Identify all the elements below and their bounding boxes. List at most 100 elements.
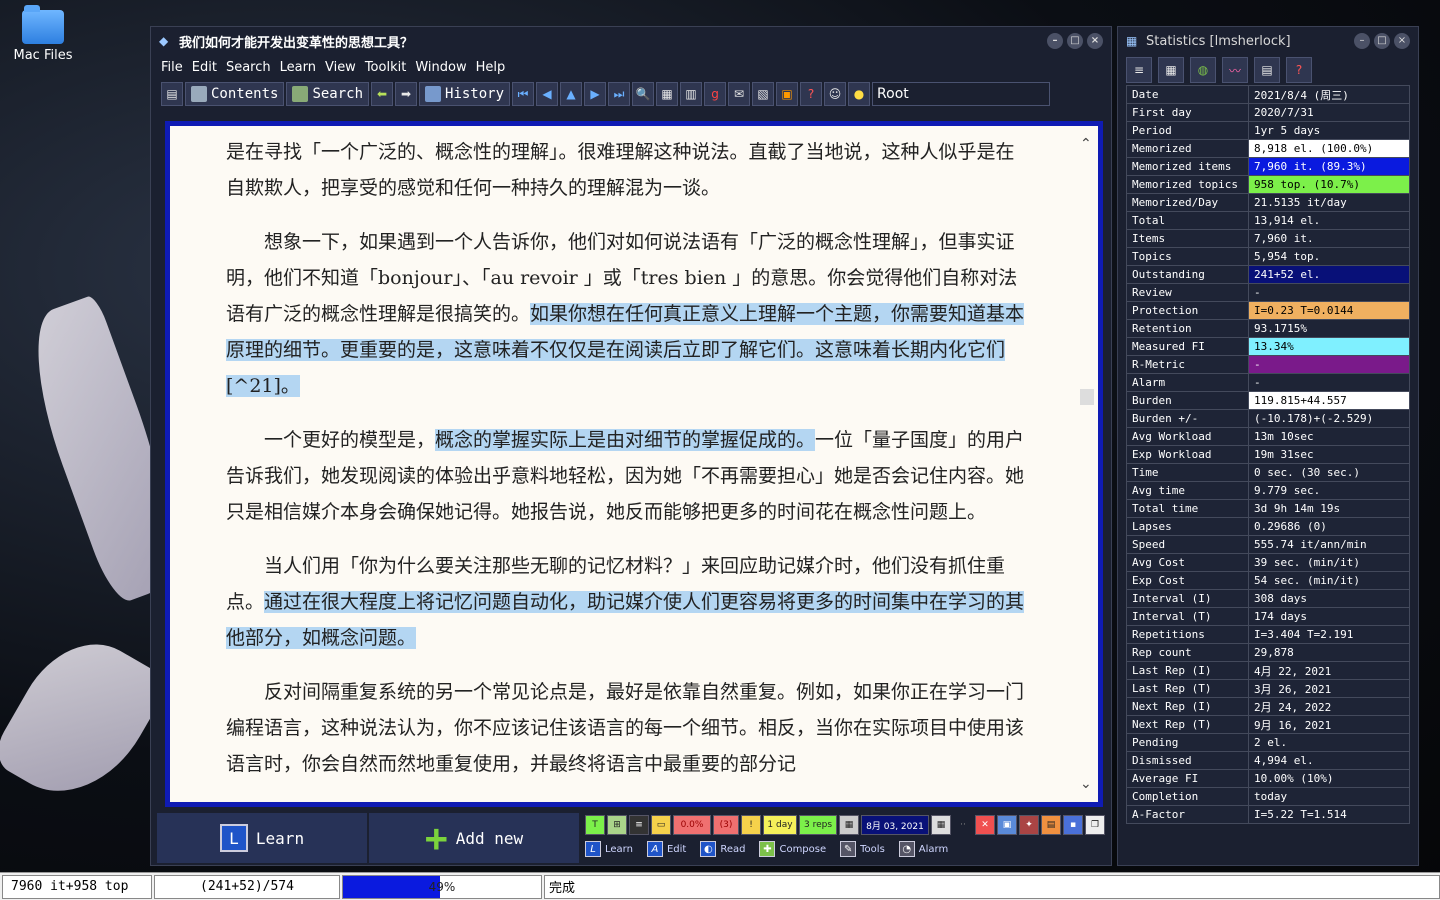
previous-icon[interactable]: ◀: [536, 82, 559, 106]
notes-icon[interactable]: ▤: [1254, 57, 1280, 83]
menu-toolkit[interactable]: Toolkit: [365, 60, 407, 75]
first-icon[interactable]: ⏮: [512, 82, 535, 106]
web-icon[interactable]: ▦: [656, 82, 679, 106]
minimize-button[interactable]: –: [1047, 33, 1063, 49]
menu-view[interactable]: View: [325, 60, 356, 75]
content-frame: 是在寻找「一个广泛的、概念性的理解」。很难理解这种说法。直截了当地说，这种人似乎…: [165, 121, 1103, 807]
article-pane[interactable]: 是在寻找「一个广泛的、概念性的理解」。很难理解这种说法。直截了当地说，这种人似乎…: [170, 126, 1098, 802]
pct-badge: 0.0%: [673, 815, 711, 835]
grid-icon[interactable]: ▦: [839, 815, 859, 835]
stat-value: 0 sec. (30 sec.): [1248, 463, 1410, 482]
stat-value: 308 days: [1248, 589, 1410, 608]
menu-search[interactable]: Search: [226, 60, 271, 75]
topic-icon[interactable]: T: [585, 815, 605, 835]
menu-learn[interactable]: Learn: [280, 60, 316, 75]
nav-tools[interactable]: ✎ Tools: [840, 841, 885, 857]
help-icon[interactable]: ?: [800, 82, 823, 106]
search-button[interactable]: Search: [286, 82, 370, 106]
bulb-icon[interactable]: ●: [848, 82, 871, 106]
maximize-button[interactable]: □: [1067, 33, 1083, 49]
menu-file[interactable]: File: [161, 60, 183, 75]
stat-value: -: [1248, 373, 1410, 392]
priority-icon[interactable]: !: [741, 815, 761, 835]
calendar-icon[interactable]: ▦: [931, 815, 951, 835]
contents-button[interactable]: Contents: [185, 82, 285, 106]
stat-label: R-Metric: [1126, 355, 1249, 374]
compose-icon: ✚: [759, 841, 776, 857]
document-icon[interactable]: ▧: [752, 82, 775, 106]
menu-edit[interactable]: Edit: [192, 60, 217, 75]
google-icon[interactable]: g: [704, 82, 727, 106]
box-icon[interactable]: ▭: [651, 815, 671, 835]
nav-read[interactable]: ◐ Read: [700, 841, 745, 857]
delete-icon[interactable]: ✕: [975, 815, 995, 835]
article-text: 是在寻找「一个广泛的、概念性的理解」。很难理解这种说法。直截了当地说，这种人似乎…: [226, 134, 1026, 800]
desktop-icon-mac-files[interactable]: Mac Files: [8, 5, 78, 63]
calendar-icon[interactable]: ▦: [1158, 57, 1184, 83]
wrench-icon: ✎: [840, 841, 857, 857]
close-button[interactable]: ×: [1087, 33, 1103, 49]
tools-icon[interactable]: ✦: [1019, 815, 1039, 835]
stat-label: Average FI: [1126, 769, 1249, 788]
open-folder-icon[interactable]: ▤: [161, 82, 183, 106]
scroll-thumb[interactable]: [1080, 389, 1094, 405]
copy-icon[interactable]: ❐: [1085, 815, 1105, 835]
mini-status: T ⊞ ≡ ▭ 0.0% (3) ! 1 day 3 reps ▦ 8月 03,…: [579, 813, 1105, 865]
minimize-button[interactable]: –: [1354, 33, 1370, 49]
stat-label: Outstanding: [1126, 265, 1249, 284]
list-icon[interactable]: ≡: [1126, 57, 1152, 83]
vertical-scrollbar[interactable]: ⌃ ⌄: [1076, 126, 1098, 802]
maximize-button[interactable]: □: [1374, 33, 1390, 49]
stat-row: Lapses 0.29686 (0): [1126, 517, 1410, 536]
windows-icon[interactable]: ▣: [776, 82, 799, 106]
help-icon[interactable]: ?: [1286, 57, 1312, 83]
nav-learn[interactable]: L Learn: [585, 841, 633, 857]
chevron-down-icon[interactable]: ⌄: [1080, 776, 1092, 792]
highlighted-text: 通过在很大程度上将记忆问题自动化，助记媒介使人们更容易将更多的时间集中在学习的其…: [226, 591, 1025, 649]
stat-row: A-Factor I=5.22 T=1.514: [1126, 805, 1410, 824]
user-icon[interactable]: ☺: [824, 82, 847, 106]
tree-icon[interactable]: ⊞: [607, 815, 627, 835]
root-field[interactable]: Root: [872, 82, 1051, 106]
parent-icon[interactable]: ▲: [560, 82, 583, 106]
stat-row: Repetitions I=3.404 T=2.191: [1126, 625, 1410, 644]
stat-value: 119.815+44.557: [1248, 391, 1410, 410]
stat-row: Memorized items 7,960 it. (89.3%): [1126, 157, 1410, 176]
main-titlebar[interactable]: ◆ 我们如何才能开发出变革性的思想工具？ – □ ×: [151, 27, 1111, 55]
history-button[interactable]: History: [419, 82, 511, 106]
nav-edit[interactable]: A Edit: [646, 841, 686, 857]
book-icon[interactable]: ▥: [680, 82, 703, 106]
stat-label: Memorized topics: [1126, 175, 1249, 194]
save-icon[interactable]: ▪: [1063, 815, 1083, 835]
stat-value: 4,994 el.: [1248, 751, 1410, 770]
close-button[interactable]: ×: [1394, 33, 1410, 49]
stat-row: Memorized/Day 21.5135 it/day: [1126, 193, 1410, 212]
stat-label: Memorized/Day: [1126, 193, 1249, 212]
image-icon[interactable]: ▤: [1041, 815, 1061, 835]
mail-icon[interactable]: ✉: [728, 82, 751, 106]
learn-button[interactable]: L Learn: [157, 813, 367, 863]
history-icon: [425, 86, 442, 102]
window-icon[interactable]: ▣: [997, 815, 1017, 835]
progress-label: 49%: [428, 879, 456, 894]
forward-arrow-icon[interactable]: ➡: [395, 82, 418, 106]
stat-row: Rep count 29,878: [1126, 643, 1410, 662]
next-icon[interactable]: ▶: [584, 82, 607, 106]
statistics-titlebar[interactable]: ▦ Statistics [lmsherlock] – □ ×: [1118, 27, 1418, 55]
stat-label: Avg Cost: [1126, 553, 1249, 572]
nav-compose[interactable]: ✚ Compose: [759, 841, 826, 857]
statistics-toolbar: ≡ ▦ ◍ 〰 ▤ ?: [1118, 55, 1418, 85]
stat-label: Burden +/-: [1126, 409, 1249, 428]
chevron-up-icon[interactable]: ⌃: [1080, 136, 1092, 152]
last-icon[interactable]: ⏭: [608, 82, 631, 106]
back-arrow-icon[interactable]: ⬅: [371, 82, 394, 106]
statistics-icon: ▦: [1126, 34, 1138, 48]
add-new-button[interactable]: + Add new: [369, 813, 579, 863]
menu-help[interactable]: Help: [476, 60, 506, 75]
menu-window[interactable]: Window: [415, 60, 466, 75]
list-icon[interactable]: ≡: [629, 815, 649, 835]
graph-icon[interactable]: 〰: [1222, 57, 1248, 83]
globe-icon[interactable]: ◍: [1190, 57, 1216, 83]
magnifier-icon[interactable]: 🔍: [632, 82, 655, 106]
nav-alarm[interactable]: ◔ Alarm: [898, 841, 948, 857]
